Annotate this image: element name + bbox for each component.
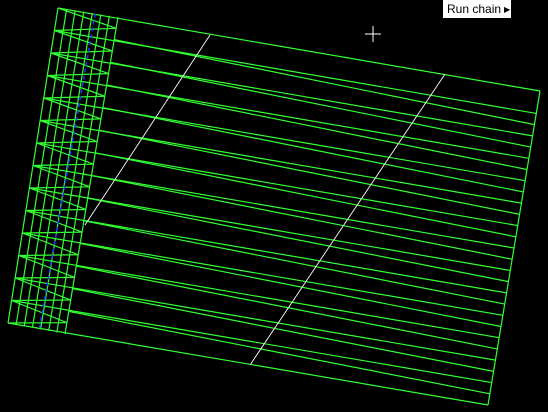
wire-brace [22, 232, 79, 256]
wire-brace [36, 142, 94, 165]
wire-brace [25, 209, 83, 233]
wire-strip-line [64, 16, 119, 335]
wire-brace [50, 52, 109, 75]
wire-band-line [54, 29, 537, 115]
wire-brace [43, 97, 102, 120]
wire-diagonal [114, 39, 535, 126]
guide-line [84, 34, 211, 226]
wire-brace [15, 276, 75, 279]
wire-edge [7, 322, 489, 406]
wireframe-mesh [7, 7, 541, 406]
wireframe-canvas[interactable] [0, 0, 548, 412]
wire-diagonal [102, 106, 524, 193]
wire-brace [32, 164, 90, 188]
guide-line [249, 73, 446, 366]
wire-brace [29, 187, 87, 211]
wire-band-line [11, 299, 492, 384]
submenu-arrow-icon: ▶ [504, 4, 511, 14]
context-menu-run-chain[interactable]: Run chain ▶ [443, 0, 511, 18]
wire-brace [57, 7, 117, 29]
wire-diagonal [95, 152, 516, 238]
wire-strip-line [56, 15, 111, 333]
wire-brace [18, 254, 75, 278]
wire-edge [57, 7, 541, 92]
wire-brace [11, 299, 68, 324]
wire-brace [47, 74, 105, 97]
wire-diagonal [110, 61, 531, 148]
cad-viewport[interactable]: Run chain ▶ [0, 0, 548, 412]
wire-diagonal [106, 84, 528, 171]
wire-brace [54, 29, 113, 52]
wire-diagonal [98, 129, 520, 215]
wire-brace [18, 254, 79, 257]
wire-brace [14, 277, 71, 301]
guide-lines [84, 34, 446, 366]
wire-brace [39, 119, 98, 143]
crosshair-cursor-icon [365, 26, 381, 42]
menu-item-label: Run chain [447, 2, 502, 16]
